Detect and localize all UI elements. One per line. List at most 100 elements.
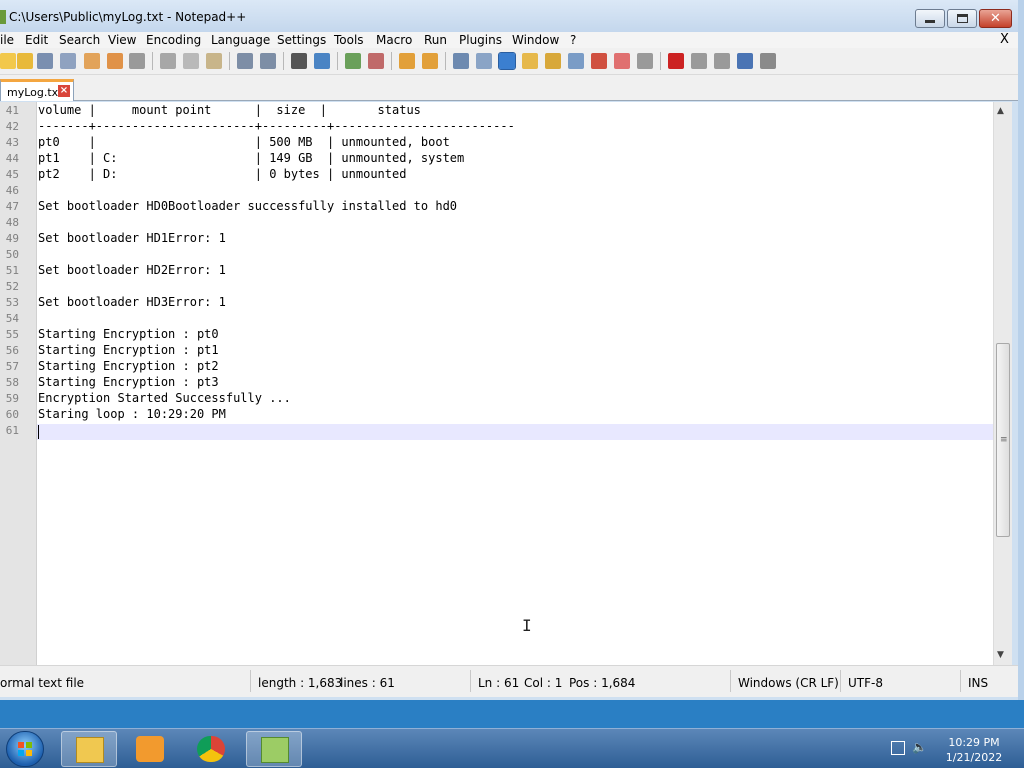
menu-macro[interactable]: Macro [376, 33, 412, 47]
grip-icon: ≡ [1000, 435, 1008, 445]
code-line[interactable]: Starting Encryption : pt2 [38, 359, 219, 373]
redo-icon[interactable] [260, 53, 276, 69]
taskbar-media-player[interactable] [122, 731, 178, 767]
code-line[interactable]: Starting Encryption : pt3 [38, 375, 219, 389]
code-line[interactable]: pt1 | C: | 149 GB | unmounted, system [38, 151, 464, 165]
line-number: 47 [5, 200, 19, 213]
menu-edit[interactable]: Edit [25, 33, 48, 47]
code-line[interactable]: Starting Encryption : pt0 [38, 327, 219, 341]
title-bar[interactable]: C:\Users\Public\myLog.txt - Notepad++ ✕ [0, 0, 1018, 32]
status-eol: Windows (CR LF) [738, 676, 839, 690]
windows-logo-icon [18, 742, 32, 756]
code-line[interactable]: Encryption Started Successfully ... [38, 391, 291, 405]
sync-horizontal-icon[interactable] [422, 53, 438, 69]
close-window-button[interactable]: ✕ [979, 9, 1012, 28]
replace-icon[interactable] [314, 53, 330, 69]
open-icon[interactable] [17, 53, 33, 69]
taskbar-notepad-plus-plus[interactable] [246, 731, 302, 767]
scroll-up-icon[interactable]: ▲ [997, 106, 1004, 116]
volume-icon[interactable]: 🔈 [912, 740, 927, 754]
code-line[interactable]: -------+----------------------+---------… [38, 119, 515, 133]
cut-icon[interactable] [160, 53, 176, 69]
menu-window[interactable]: Window [512, 33, 559, 47]
zoom-in-icon[interactable] [345, 53, 361, 69]
vertical-scrollbar[interactable]: ▲ ≡ ▼ [993, 102, 1012, 665]
doc-map-icon[interactable] [522, 53, 538, 69]
find-icon[interactable] [291, 53, 307, 69]
stop-macro-icon[interactable] [691, 53, 707, 69]
show-all-chars-icon[interactable] [476, 53, 492, 69]
menu-search[interactable]: Search [59, 33, 100, 47]
menu-encoding[interactable]: Encoding [146, 33, 201, 47]
code-line[interactable]: Staring loop : 10:29:20 PM [38, 407, 226, 421]
code-line[interactable]: Set bootloader HD2Error: 1 [38, 263, 226, 277]
status-encoding: UTF-8 [848, 676, 883, 690]
copy-icon[interactable] [183, 53, 199, 69]
function-list-icon[interactable] [545, 53, 561, 69]
taskbar-chrome[interactable] [183, 731, 239, 767]
code-line[interactable]: volume | mount point | size | status [38, 103, 421, 117]
run-macro-multiple-icon[interactable] [737, 53, 753, 69]
status-col: Col : 1 [524, 676, 563, 690]
line-number: 48 [5, 216, 19, 229]
indent-guide-icon[interactable] [498, 52, 516, 70]
zoom-out-icon[interactable] [368, 53, 384, 69]
toolbar-separator [391, 52, 392, 70]
line-number: 55 [5, 328, 19, 341]
record-macro-icon[interactable] [668, 53, 684, 69]
toolbar-separator [229, 52, 230, 70]
eye-icon[interactable] [637, 53, 653, 69]
file-explorer-icon [76, 737, 104, 763]
tab-mylog[interactable]: myLog.txt × [0, 79, 74, 101]
line-number: 54 [5, 312, 19, 325]
taskbar-file-explorer[interactable] [61, 731, 117, 767]
tab-close-icon[interactable]: × [58, 85, 70, 97]
save-all-icon[interactable] [60, 53, 76, 69]
line-number: 50 [5, 248, 19, 261]
toolbar-separator [445, 52, 446, 70]
line-number: 58 [5, 376, 19, 389]
maximize-button[interactable] [947, 9, 977, 28]
status-length: length : 1,683 [258, 676, 343, 690]
ibeam-cursor-icon: I [522, 616, 532, 635]
line-number: 42 [5, 120, 19, 133]
menu-settings[interactable]: Settings [277, 33, 326, 47]
folder-as-workspace-icon[interactable] [614, 53, 630, 69]
folder-workspace-icon[interactable] [568, 53, 584, 69]
scroll-down-icon[interactable]: ▼ [997, 650, 1004, 660]
code-line[interactable]: Set bootloader HD0Bootloader successfull… [38, 199, 457, 213]
play-macro-icon[interactable] [714, 53, 730, 69]
word-wrap-icon[interactable] [453, 53, 469, 69]
menu-help[interactable]: ? [570, 33, 576, 47]
print-icon[interactable] [129, 53, 145, 69]
menu-language[interactable]: Language [211, 33, 270, 47]
code-line[interactable]: Set bootloader HD1Error: 1 [38, 231, 226, 245]
menu-view[interactable]: View [108, 33, 136, 47]
undo-icon[interactable] [237, 53, 253, 69]
line-number: 57 [5, 360, 19, 373]
menu-plugins[interactable]: Plugins [459, 33, 502, 47]
paste-icon[interactable] [206, 53, 222, 69]
save-macro-icon[interactable] [760, 53, 776, 69]
menu-file[interactable]: ile [0, 33, 14, 47]
code-line[interactable]: Starting Encryption : pt1 [38, 343, 219, 357]
close-document-button[interactable]: X [1000, 32, 1009, 47]
menu-tools[interactable]: Tools [334, 33, 364, 47]
monitor-icon[interactable] [591, 53, 607, 69]
code-line[interactable]: pt0 | | 500 MB | unmounted, boot [38, 135, 450, 149]
new-icon[interactable] [0, 53, 16, 69]
sync-vertical-icon[interactable] [399, 53, 415, 69]
network-icon[interactable] [891, 741, 905, 755]
menu-run[interactable]: Run [424, 33, 447, 47]
save-icon[interactable] [37, 53, 53, 69]
editor[interactable]: 41 volume | mount point | size | status 42… [0, 102, 1012, 665]
scroll-thumb[interactable]: ≡ [996, 343, 1010, 537]
code-line[interactable]: Set bootloader HD3Error: 1 [38, 295, 226, 309]
close-all-icon[interactable] [107, 53, 123, 69]
taskbar: 🔈 10:29 PM 1/21/2022 [0, 728, 1024, 768]
close-icon[interactable] [84, 53, 100, 69]
system-clock[interactable]: 10:29 PM 1/21/2022 [944, 735, 1004, 765]
code-line[interactable]: pt2 | D: | 0 bytes | unmounted [38, 167, 406, 181]
start-button[interactable] [6, 731, 44, 767]
minimize-button[interactable] [915, 9, 945, 28]
